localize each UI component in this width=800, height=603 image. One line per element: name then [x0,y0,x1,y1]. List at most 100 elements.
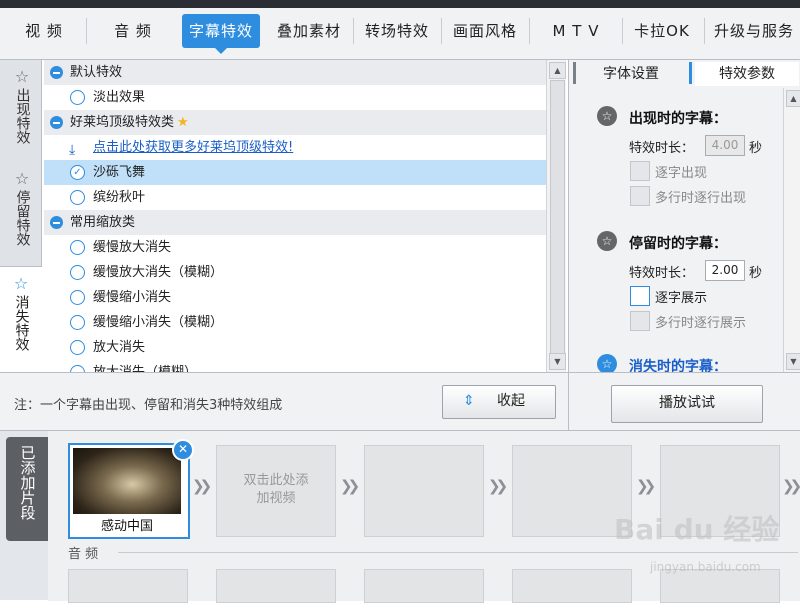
tab-marker [573,62,576,84]
checkbox-char-display[interactable] [630,286,650,306]
tab-divider [353,18,354,44]
group-header-default[interactable]: 默认特效 [44,60,546,85]
added-clips-tab[interactable]: 已添加片段 [6,437,48,541]
disappear-heading: 消失时的字幕： [629,359,727,372]
appear-duration-field[interactable]: 4.00 [705,135,745,156]
radio-button[interactable] [70,365,85,372]
scroll-down-icon[interactable]: ▼ [786,353,800,370]
duration-label: 特效时长： [629,141,695,156]
side-tab-label: 出现特效 [14,88,31,144]
item-label: 缤纷秋叶 [93,190,146,205]
item-label: 缓慢放大消失 [93,240,172,255]
collapse-icon[interactable] [50,66,63,79]
stay-duration-field[interactable]: 2.00 [705,260,745,281]
list-item[interactable]: 缓慢缩小消失（模糊） [44,310,546,335]
get-more-link[interactable]: 点击此处获取更多好莱坞顶级特效! [93,135,293,160]
group-header-zoom[interactable]: 常用缩放类 [44,210,546,235]
list-item[interactable]: 缓慢放大消失（模糊） [44,260,546,285]
tab-transition-effects[interactable]: 转场特效 [358,14,436,48]
tab-divider [529,18,530,44]
scroll-thumb[interactable] [550,80,565,354]
list-item[interactable]: 缓慢缩小消失 [44,285,546,310]
tab-picture-style[interactable]: 画面风格 [446,14,524,48]
radio-button[interactable] [70,340,85,355]
tab-font-settings[interactable]: 字体设置 [579,62,683,86]
item-label: 缓慢缩小消失 [93,290,172,305]
star-badge-icon: ☆ [597,354,617,372]
radio-button[interactable] [70,240,85,255]
side-tab-label: 消失特效 [13,295,30,351]
audio-slot[interactable] [364,569,484,603]
collapse-icon[interactable] [50,116,63,129]
item-label: 缓慢缩小消失（模糊） [93,315,224,330]
radio-button[interactable] [70,315,85,330]
star-badge-icon: ☆ [597,231,617,251]
radio-button[interactable] [70,190,85,205]
checkbox-line-display[interactable] [630,311,650,331]
side-tab-appear[interactable]: ☆ 出现特效 [4,68,40,149]
appear-heading: 出现时的字幕： [629,111,727,127]
audio-divider [118,552,798,553]
tab-overlay-materials[interactable]: 叠加素材 [270,14,348,48]
radio-button[interactable] [70,290,85,305]
get-more-link-row[interactable]: ⤓ 点击此处获取更多好莱坞顶级特效! [44,135,546,160]
collapse-icon[interactable] [50,216,63,229]
audio-slot[interactable] [512,569,632,603]
title-strip [0,0,800,8]
tab-marker [689,62,692,84]
list-item[interactable]: 放大消失（模糊） [44,360,546,372]
effect-params-content: ☆ 出现时的字幕： 特效时长： 4.00 秒 逐字出现 多行时逐行出现 ☆ 停留… [569,88,783,372]
item-label: 放大消失 [93,340,146,355]
list-item[interactable]: 缤纷秋叶 [44,185,546,210]
star-outline-icon: ☆ [13,274,29,293]
item-label: 放大消失（模糊） [93,360,197,372]
tab-effect-params[interactable]: 特效参数 [695,62,799,86]
list-item-selected[interactable]: ✓ 沙砾飞舞 [44,160,546,185]
video-clip[interactable]: 感动中国 [68,443,190,539]
audio-slot[interactable] [68,569,188,603]
tab-mtv[interactable]: M T V [534,14,618,48]
check-circle-icon[interactable]: ✓ [70,165,85,180]
item-label: 沙砾飞舞 [93,165,146,180]
play-preview-button[interactable]: 播放试试 [611,385,763,423]
checkbox-char-appear[interactable] [630,161,650,181]
group-label-wrap: 好莱坞顶级特效类 ★ [70,110,189,135]
tab-audio[interactable]: 音 频 [92,14,174,48]
checkbox-label: 多行时逐行出现 [655,191,747,206]
audio-slot[interactable] [660,569,780,603]
tab-karaoke[interactable]: 卡拉OK [624,14,700,48]
close-icon[interactable]: ✕ [172,439,194,461]
radio-button[interactable] [70,90,85,105]
checkbox-label: 逐字出现 [655,166,708,181]
tab-subtitle-effects[interactable]: 字幕特效 [182,14,260,54]
add-video-hint: 双击此处添加视频 [243,473,309,506]
tab-divider [86,18,87,44]
group-header-hollywood[interactable]: 好莱坞顶级特效类 ★ [44,110,546,135]
side-tab-disappear[interactable]: ☆ 消失特效 [0,266,42,382]
tab-divider [441,18,442,44]
list-item[interactable]: 缓慢放大消失 [44,235,546,260]
tab-video[interactable]: 视 频 [8,14,80,48]
audio-slot[interactable] [216,569,336,603]
side-tab-stay[interactable]: ☆ 停留特效 [4,170,40,251]
collapse-label: 收起 [497,393,525,409]
watermark: Bai du 经验 [614,513,780,546]
checkbox-line-appear[interactable] [630,186,650,206]
chevron-right-icon: ❯❯ [192,477,212,495]
top-tab-bar: 视 频 音 频 字幕特效 叠加素材 转场特效 画面风格 M T V 卡拉OK 升… [0,0,800,60]
stay-heading: 停留时的字幕： [629,236,727,252]
settings-scrollbar[interactable]: ▲ ▼ [783,88,800,372]
scroll-up-icon[interactable]: ▲ [549,62,566,79]
list-item[interactable]: 放大消失 [44,335,546,360]
empty-clip-slot[interactable] [364,445,484,537]
radio-button[interactable] [70,265,85,280]
scroll-down-icon[interactable]: ▼ [549,353,566,370]
empty-clip-slot[interactable]: 双击此处添加视频 [216,445,336,537]
tab-upgrade-service[interactable]: 升级与服务 [708,14,800,48]
list-scrollbar[interactable]: ▲ ▼ [546,60,566,372]
note-bar: 注：一个字幕由出现、停留和消失3种特效组成 ⇕ 收起 [0,372,568,430]
collapse-button[interactable]: ⇕ 收起 [442,385,556,419]
scroll-up-icon[interactable]: ▲ [786,90,800,107]
list-item[interactable]: 淡出效果 [44,85,546,110]
note-text: 注：一个字幕由出现、停留和消失3种特效组成 [14,398,283,413]
